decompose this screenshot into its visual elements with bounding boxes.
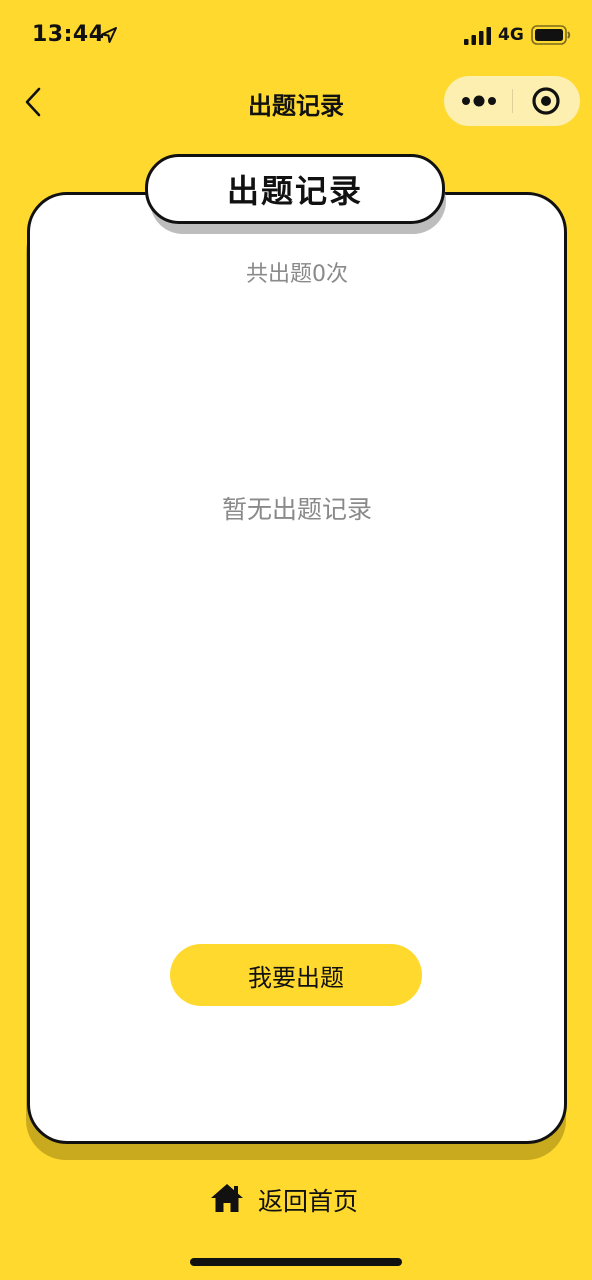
card-header-title: 出题记录: [226, 172, 363, 210]
more-dots-icon: [462, 95, 496, 107]
battery-icon: [531, 25, 571, 45]
status-time: 13:44: [32, 22, 105, 47]
status-bar: 13:44 4G: [0, 0, 592, 70]
back-home-link[interactable]: 返回首页: [210, 1180, 380, 1220]
nav-title: 出题记录: [248, 92, 344, 120]
question-count-text: 共出题0次: [246, 262, 348, 287]
chevron-left-icon[interactable]: [18, 86, 50, 118]
target-circle-icon: [532, 87, 560, 115]
location-arrow-icon: [101, 27, 117, 43]
card-header-tab: 出题记录: [145, 154, 445, 224]
close-miniapp-button[interactable]: [513, 76, 580, 126]
create-question-button[interactable]: 我要出题: [170, 944, 422, 1006]
signal-icon: [464, 27, 491, 45]
empty-state-text: 暂无出题记录: [221, 495, 372, 524]
home-icon: [211, 1184, 243, 1212]
back-home-label: 返回首页: [258, 1187, 359, 1216]
network-label: 4G: [498, 25, 524, 45]
more-button[interactable]: [444, 76, 512, 126]
nav-bar: 出题记录: [0, 72, 592, 132]
home-indicator: [190, 1258, 402, 1266]
miniapp-capsule: [444, 76, 580, 126]
